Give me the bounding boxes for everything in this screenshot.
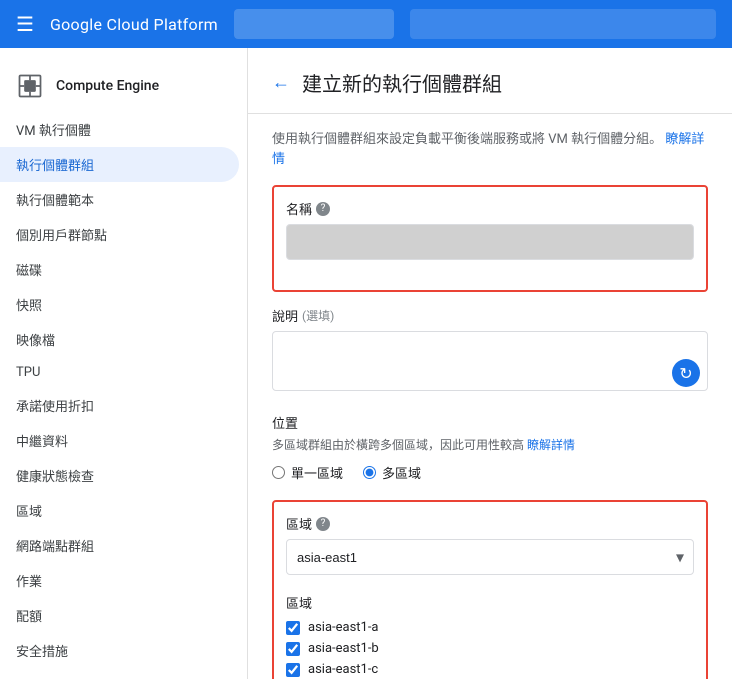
top-bar: ☰ Google Cloud Platform (0, 0, 732, 48)
single-region-radio-input[interactable] (272, 466, 285, 479)
region-field-group: 區域 ? asia-east1 asia-east2 asia-northeas… (286, 514, 694, 575)
zone-b-checkbox[interactable]: asia-east1-b (286, 641, 694, 656)
page-title: 建立新的執行個體群組 (302, 68, 502, 97)
sidebar-item-jobs[interactable]: 作業 (0, 563, 239, 598)
page-body: 使用執行個體群組來設定負載平衡後端服務或將 VM 執行個體分組。 瞭解詳情 名稱… (248, 114, 732, 679)
name-field-highlight: 名稱 ? (272, 185, 708, 292)
back-button[interactable]: ← (272, 72, 290, 93)
region-select[interactable]: asia-east1 asia-east2 asia-northeast1 us… (286, 539, 694, 575)
sidebar-item-network-endpoint-groups[interactable]: 網路端點群組 (0, 528, 239, 563)
sidebar-item-tpu[interactable]: TPU (0, 357, 239, 388)
sidebar-item-zones[interactable]: 區域 (0, 493, 239, 528)
sidebar-item-quota[interactable]: 配額 (0, 598, 239, 633)
position-label: 位置 (272, 413, 708, 432)
sidebar-title: Compute Engine (56, 78, 159, 94)
zone-c-checkbox[interactable]: asia-east1-c (286, 662, 694, 677)
region-zones-highlight: 區域 ? asia-east1 asia-east2 asia-northeas… (272, 500, 708, 679)
region-label: 區域 ? (286, 514, 694, 533)
main-content: ← 建立新的執行個體群組 使用執行個體群組來設定負載平衡後端服務或將 VM 執行… (248, 48, 732, 679)
zone-b-input[interactable] (286, 642, 300, 656)
sidebar-header: Compute Engine (0, 56, 247, 112)
hamburger-icon[interactable]: ☰ (16, 12, 34, 36)
page-description: 使用執行個體群組來設定負載平衡後端服務或將 VM 執行個體分組。 瞭解詳情 (272, 130, 708, 169)
project-selector[interactable] (234, 9, 394, 39)
description-field-group: 說明 (選填) ↻ (272, 306, 708, 395)
position-learn-more[interactable]: 瞭解詳情 (527, 438, 575, 452)
sidebar-item-solo-user-nodes[interactable]: 個別用戶群節點 (0, 217, 239, 252)
search-bar[interactable] (410, 9, 716, 39)
sidebar-item-instance-groups[interactable]: 執行個體群組 (0, 147, 239, 182)
sidebar-item-instance-templates[interactable]: 執行個體範本 (0, 182, 239, 217)
description-textarea-wrap: ↻ (272, 331, 708, 395)
single-region-radio[interactable]: 單一區域 (272, 463, 343, 482)
app-title: Google Cloud Platform (50, 15, 218, 34)
region-help-icon[interactable]: ? (316, 517, 330, 531)
sidebar-item-metadata[interactable]: 中繼資料 (0, 423, 239, 458)
sidebar-item-snapshot[interactable]: 快照 (0, 287, 239, 322)
description-label: 說明 (選填) (272, 306, 708, 325)
name-label: 名稱 ? (286, 199, 694, 218)
sidebar-item-committed-use[interactable]: 承諾使用折扣 (0, 388, 239, 423)
multi-region-radio[interactable]: 多區域 (363, 463, 421, 482)
sidebar: Compute Engine VM 執行個體 執行個體群組 執行個體範本 個別用… (0, 48, 248, 679)
sidebar-item-vm-instances[interactable]: VM 執行個體 (0, 112, 239, 147)
position-subtitle: 多區域群組由於橫跨多個區域，因此可用性較高 瞭解詳情 (272, 436, 708, 453)
zone-a-checkbox[interactable]: asia-east1-a (286, 620, 694, 635)
refresh-button[interactable]: ↻ (672, 359, 700, 387)
compute-engine-icon (16, 72, 44, 100)
multi-region-radio-input[interactable] (363, 466, 376, 479)
zone-c-input[interactable] (286, 663, 300, 677)
position-field-group: 位置 多區域群組由於橫跨多個區域，因此可用性較高 瞭解詳情 單一區域 多區域 (272, 413, 708, 482)
name-help-icon[interactable]: ? (316, 202, 330, 216)
sidebar-item-security[interactable]: 安全措施 (0, 633, 239, 668)
sidebar-item-health-checks[interactable]: 健康狀態檢查 (0, 458, 239, 493)
zone-a-input[interactable] (286, 621, 300, 635)
zones-label: 區域 (286, 593, 694, 612)
description-textarea[interactable] (272, 331, 708, 391)
sidebar-item-images[interactable]: 映像檔 (0, 322, 239, 357)
page-header: ← 建立新的執行個體群組 (248, 48, 732, 114)
name-input[interactable] (286, 224, 694, 260)
name-field-group: 名稱 ? (286, 199, 694, 260)
zones-checkbox-group: 區域 asia-east1-a asia-east1-b asia-east1-… (286, 593, 694, 677)
position-radio-group: 單一區域 多區域 (272, 463, 708, 482)
sidebar-item-disk[interactable]: 磁碟 (0, 252, 239, 287)
region-select-wrap: asia-east1 asia-east2 asia-northeast1 us… (286, 539, 694, 575)
